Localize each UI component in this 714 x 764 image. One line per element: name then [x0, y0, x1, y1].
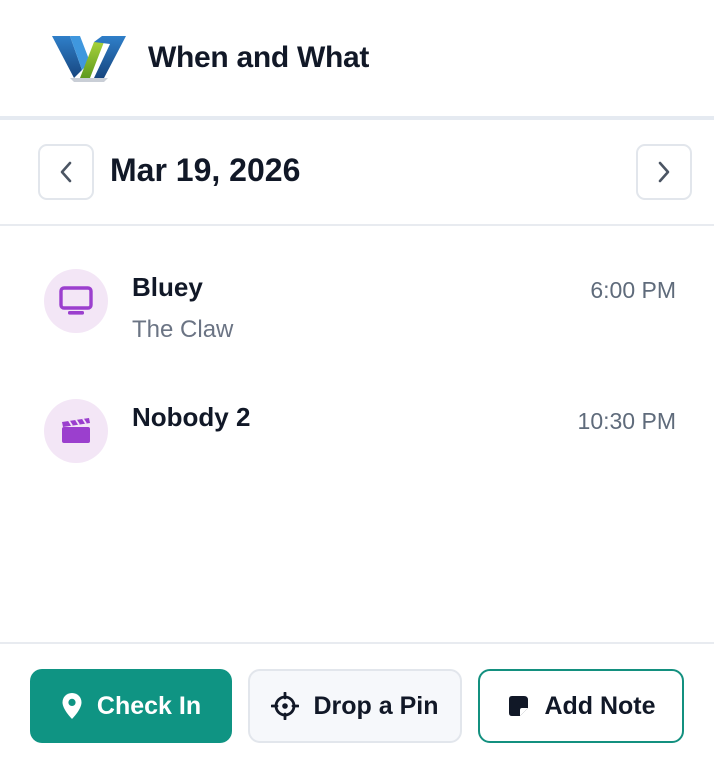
check-in-label: Check In: [96, 691, 202, 720]
chevron-right-icon: [658, 161, 670, 183]
drop-pin-label: Drop a Pin: [313, 691, 439, 720]
current-date: Mar 19, 2026: [110, 152, 301, 188]
app-logo: [52, 36, 126, 82]
entry-title: Bluey: [132, 272, 203, 302]
clapperboard-icon: [62, 418, 90, 443]
entry-time: 10:30 PM: [577, 408, 676, 434]
app-header: When and What: [0, 0, 714, 116]
bottom-divider: [0, 642, 714, 644]
previous-day-button[interactable]: [38, 144, 94, 200]
add-note-button[interactable]: Add Note: [478, 669, 684, 743]
drop-pin-button[interactable]: Drop a Pin: [248, 669, 462, 743]
app-title: When and What: [148, 41, 370, 74]
app-root: When and What Mar 19, 2026 Bluey The Cla…: [0, 0, 714, 764]
chevron-left-icon: [60, 161, 72, 183]
entry-icon-badge: [44, 269, 108, 333]
list-item[interactable]: Nobody 2 10:30 PM: [0, 394, 714, 514]
date-navigation: Mar 19, 2026: [0, 120, 714, 224]
crosshair-icon: [271, 692, 300, 720]
entry-subtitle: The Claw: [132, 316, 234, 343]
entry-title: Nobody 2: [132, 402, 251, 432]
entry-icon-badge: [44, 399, 108, 463]
entry-time: 6:00 PM: [590, 277, 676, 303]
next-day-button[interactable]: [636, 144, 692, 200]
date-divider: [0, 224, 714, 226]
check-in-button[interactable]: Check In: [30, 669, 232, 743]
sticky-note-icon: [506, 694, 530, 718]
map-pin-icon: [61, 692, 83, 720]
add-note-label: Add Note: [544, 691, 656, 720]
list-item[interactable]: Bluey The Claw 6:00 PM: [0, 266, 714, 386]
tv-icon: [59, 286, 93, 315]
